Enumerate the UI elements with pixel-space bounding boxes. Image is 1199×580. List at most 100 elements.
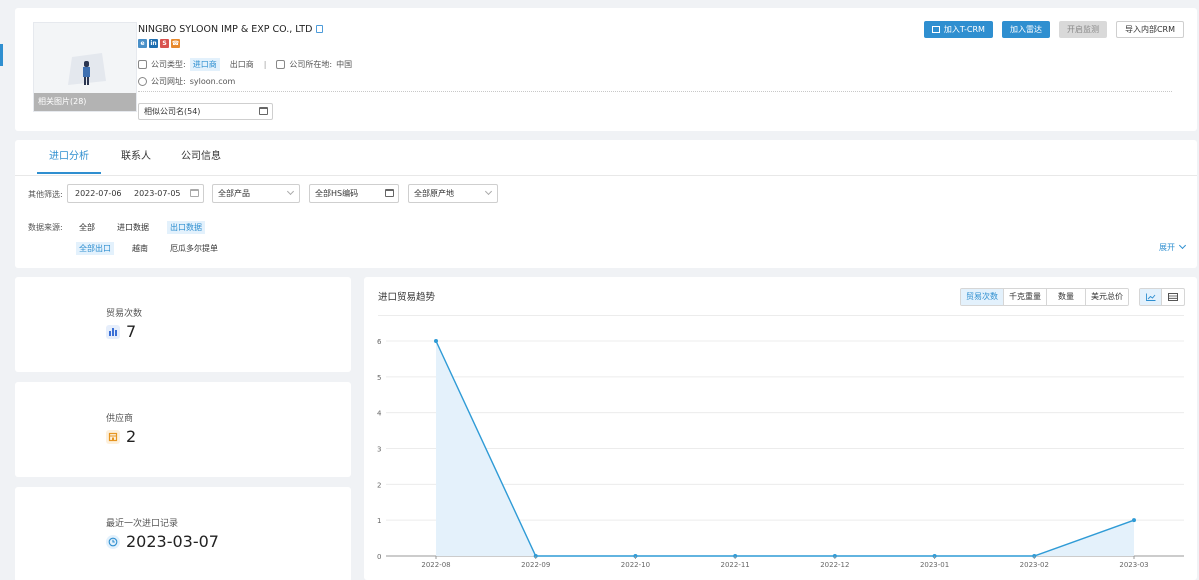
x-tick-label: 2023-02 — [1020, 561, 1049, 569]
x-tick-label: 2022-12 — [820, 561, 849, 569]
start-monitor-button[interactable]: 开启监测 — [1058, 21, 1107, 38]
linkedin-icon[interactable]: in — [149, 39, 158, 48]
chevron-down-icon — [286, 187, 295, 196]
company-type-importer[interactable]: 进口商 — [189, 58, 220, 71]
metric-tab-trades[interactable]: 贸易次数 — [961, 289, 1004, 305]
subsource-vietnam[interactable]: 越南 — [132, 243, 148, 254]
photo-label: 相关图片(28) — [34, 93, 136, 111]
company-photo[interactable]: 相关图片(28) — [33, 22, 137, 112]
stat-card-last-import: 最近一次进口记录 2023-03-07 — [15, 487, 351, 580]
source-import[interactable]: 进口数据 — [117, 222, 149, 233]
x-tick-label: 2022-11 — [721, 561, 750, 569]
y-tick-label: 5 — [377, 374, 381, 382]
company-type-exporter[interactable]: 出口商 — [230, 59, 254, 70]
company-type-row: 公司类型: 进口商 出口商 | 公司所在地: 中国 — [138, 58, 352, 71]
source-all[interactable]: 全部 — [79, 222, 95, 233]
data-source-label: 数据来源: — [28, 223, 63, 232]
trend-chart-card: 0 1 2 3 4 5 6 2022-08 2022-09 2022-10 2022-11 2022-… — [364, 277, 1197, 580]
expand-button[interactable]: 展开 — [1159, 241, 1187, 253]
website-row: 公司网址: syloon.com — [138, 76, 235, 87]
dropdown-icon — [259, 107, 268, 115]
date-end[interactable]: 2023-07-05 — [134, 185, 181, 202]
metric-tabs: 贸易次数 千克重量 数量 美元总价 — [960, 288, 1129, 306]
metric-tab-weight[interactable]: 千克重量 — [1004, 289, 1047, 305]
social-s-icon[interactable]: S — [160, 39, 169, 48]
x-tick-label: 2023-03 — [1119, 561, 1148, 569]
stat-label: 供应商 — [106, 414, 134, 424]
website-label: 公司网址: — [151, 77, 186, 86]
chevron-down-icon — [1178, 241, 1187, 250]
data-point — [1132, 518, 1136, 523]
add-radar-button[interactable]: 加入雷达 — [1001, 21, 1050, 38]
data-point — [434, 339, 438, 343]
stat-card-suppliers: 供应商 2 — [15, 382, 351, 477]
view-toggle — [1139, 288, 1185, 306]
header-actions: 加入T-CRM 加入雷达 开启监测 导入内部CRM — [923, 21, 1184, 38]
trend-chart: 0 1 2 3 4 5 6 2022-08 2022-09 2022-10 2022-11 2022-… — [377, 338, 1184, 569]
copy-icon[interactable] — [316, 25, 324, 33]
stat-card-trades: 贸易次数 7 — [15, 277, 351, 372]
y-tick-label: 1 — [377, 517, 381, 525]
source-export[interactable]: 出口数据 — [167, 221, 205, 234]
website-link[interactable]: syloon.com — [190, 77, 236, 86]
product-select[interactable]: 全部产品 — [212, 184, 300, 203]
phone-icon[interactable]: ☎ — [171, 39, 180, 48]
tab-contacts[interactable]: 联系人 — [107, 140, 165, 174]
stat-number: 2 — [126, 427, 137, 446]
other-filter-label: 其他筛选: — [28, 190, 63, 199]
chart-title: 进口贸易趋势 — [378, 292, 436, 303]
company-type-label: 公司类型: — [151, 60, 186, 69]
x-tick-label: 2023-01 — [920, 561, 949, 569]
stat-label: 贸易次数 — [106, 309, 143, 319]
subsource-all-export[interactable]: 全部出口 — [76, 242, 114, 255]
company-name: NINGBO SYLOON IMP & EXP CO., LTD — [138, 24, 324, 35]
stat-number: 2023-03-07 — [126, 532, 219, 551]
website-icon[interactable]: e — [138, 39, 147, 48]
x-tick-label: 2022-08 — [421, 561, 450, 569]
location-value: 中国 — [336, 60, 353, 69]
location-label: 公司所在地: — [289, 60, 333, 69]
chevron-down-icon — [484, 187, 493, 196]
social-links: e in S ☎ — [138, 39, 180, 48]
photo-placeholder-icon — [68, 53, 106, 85]
similar-companies-text: 相似公司名(54) — [144, 107, 201, 116]
company-header-card: 相关图片(28) NINGBO SYLOON IMP & EXP CO., LT… — [15, 8, 1197, 131]
expand-label: 展开 — [1159, 243, 1175, 252]
date-range-picker[interactable]: 2022-07-06 2023-07-05 — [67, 184, 204, 203]
y-tick-label: 2 — [377, 481, 381, 489]
similar-companies-select[interactable]: 相似公司名(54) — [138, 103, 273, 120]
y-tick-label: 6 — [377, 338, 382, 346]
tab-import-analysis[interactable]: 进口分析 — [35, 140, 103, 174]
tab-company-info[interactable]: 公司信息 — [167, 140, 235, 174]
company-type-icon — [138, 60, 147, 69]
y-tick-label: 3 — [377, 446, 381, 454]
left-nav-indicator — [0, 44, 3, 66]
metric-tab-quantity[interactable]: 数量 — [1047, 289, 1086, 305]
bar-chart-icon — [106, 324, 120, 339]
clock-icon — [106, 534, 120, 549]
stat-number: 7 — [126, 322, 137, 341]
date-start[interactable]: 2022-07-06 — [75, 185, 122, 202]
subsource-ecuador[interactable]: 厄瓜多尔提单 — [170, 243, 218, 254]
company-name-text: NINGBO SYLOON IMP & EXP CO., LTD — [138, 24, 313, 35]
line-chart-icon[interactable] — [1140, 289, 1162, 305]
origin-select[interactable]: 全部原产地 — [408, 184, 498, 203]
hs-code-select-text: 全部HS编码 — [315, 189, 359, 198]
y-tick-label: 4 — [377, 410, 382, 418]
stat-value: 2 — [106, 427, 136, 446]
import-crm-button[interactable]: 导入内部CRM — [1115, 21, 1184, 38]
table-icon[interactable] — [1162, 289, 1184, 305]
main-tabs: 进口分析 联系人 公司信息 — [35, 140, 235, 174]
add-tcrm-button[interactable]: 加入T-CRM — [923, 21, 993, 38]
stat-value: 7 — [106, 322, 136, 341]
chart-header-divider — [378, 315, 1184, 316]
x-tick-label: 2022-09 — [521, 561, 550, 569]
store-icon — [106, 429, 120, 444]
filter-card: 进口分析 联系人 公司信息 其他筛选: 2022-07-06 2023-07-0… — [15, 140, 1197, 268]
metric-tab-usd[interactable]: 美元总价 — [1086, 289, 1128, 305]
hs-code-select[interactable]: 全部HS编码 — [309, 184, 399, 203]
calendar-icon — [190, 189, 199, 197]
product-select-text: 全部产品 — [218, 189, 250, 198]
globe-icon — [138, 77, 147, 86]
add-tcrm-label: 加入T-CRM — [943, 25, 985, 34]
